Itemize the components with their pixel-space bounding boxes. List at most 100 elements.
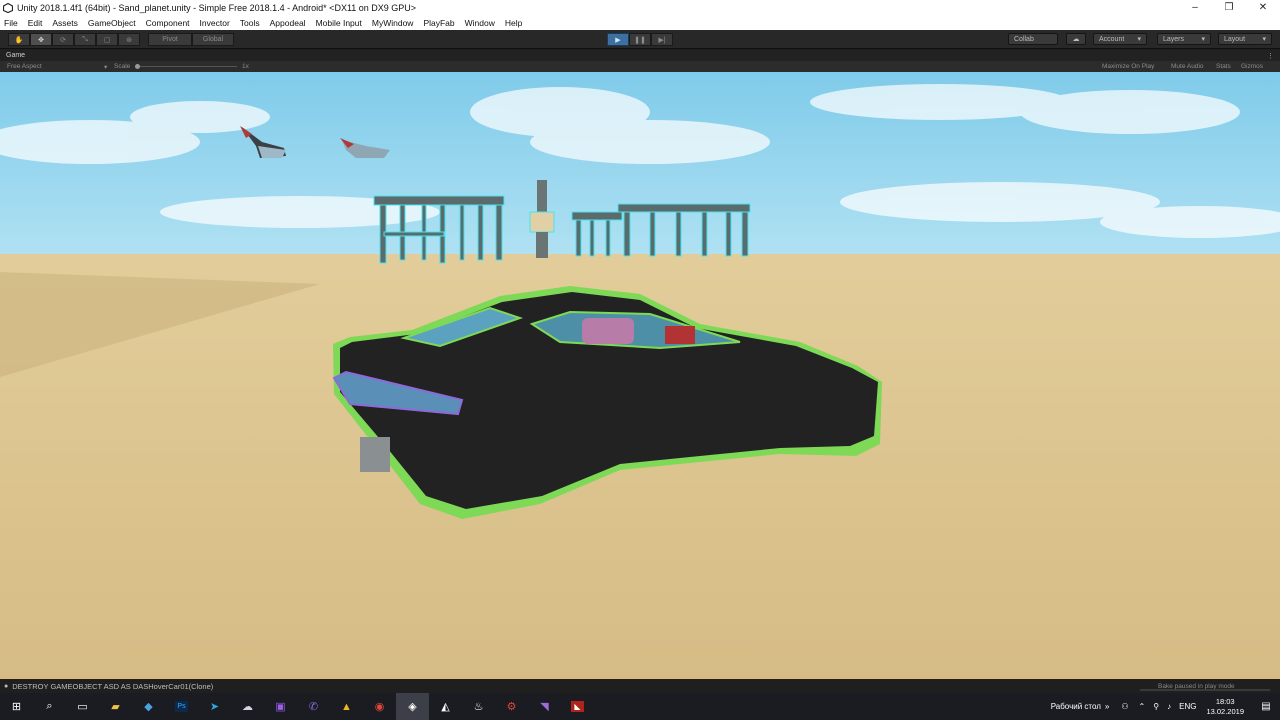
menu-tools[interactable]: Tools (240, 18, 260, 28)
people-icon[interactable]: ⚇ (1121, 702, 1128, 711)
taskbar-telegram[interactable]: ➤ (198, 693, 231, 720)
volume-icon[interactable]: ♪ (1167, 702, 1171, 711)
move-tool-button[interactable]: ✥ (30, 33, 52, 46)
start-button[interactable]: ⊞ (0, 693, 33, 720)
notifications-icon[interactable]: ▤ (1252, 701, 1280, 712)
taskbar-viber[interactable]: ✆ (297, 693, 330, 720)
collab-group: Collab (1008, 33, 1058, 46)
close-button[interactable]: ✕ (1246, 0, 1280, 15)
move-icon: ✥ (38, 36, 44, 44)
taskbar-unity-hub[interactable]: ◭ (429, 693, 462, 720)
layers-dropdown[interactable]: Layers ▾ (1157, 33, 1211, 45)
menu-edit[interactable]: Edit (28, 18, 43, 28)
step-button[interactable]: ▶| (651, 33, 673, 46)
taskbar-explorer[interactable]: ▰ (99, 693, 132, 720)
console-status-bar[interactable]: ● DESTROY GAMEOBJECT ASD AS DASHoverCar0… (0, 679, 1280, 693)
app-icon: ◆ (144, 701, 153, 713)
minimize-button[interactable]: – (1178, 0, 1212, 15)
menu-component[interactable]: Component (146, 18, 190, 28)
rotate-icon: ⟳ (60, 36, 66, 44)
clock[interactable]: 18:03 13.02.2019 (1206, 697, 1244, 717)
desktop-toolbar-label[interactable]: Рабочий стол (1051, 702, 1101, 711)
network-icon[interactable]: ⚲ (1153, 702, 1159, 711)
chevron-down-icon: ▾ (1262, 36, 1266, 43)
photoshop-icon: Ps (175, 701, 188, 712)
rotate-tool-button[interactable]: ⟳ (52, 33, 74, 46)
chevron-down-icon: ▾ (1137, 36, 1141, 43)
play-button[interactable]: ▶ (607, 33, 629, 46)
menu-mywindow[interactable]: MyWindow (372, 18, 414, 28)
taskbar-unity[interactable]: ◈ (396, 693, 429, 720)
pivot-label: Pivot (162, 36, 178, 43)
mute-audio-toggle[interactable]: Mute Audio (1171, 63, 1204, 70)
menu-help[interactable]: Help (505, 18, 522, 28)
info-icon: ● (4, 682, 9, 690)
menu-window[interactable]: Window (465, 18, 495, 28)
taskbar-twitch[interactable]: ▣ (264, 693, 297, 720)
taskbar-app-cloud[interactable]: ☁ (231, 693, 264, 720)
tab-menu-icon[interactable]: ⋮ (1267, 52, 1274, 60)
maximize-button[interactable]: ❐ (1212, 0, 1246, 15)
game-view-toolbar: Free Aspect ▾ Scale 1x Maximize On Play … (0, 61, 1280, 72)
hand-tool-button[interactable]: ✋ (8, 33, 30, 46)
scale-label: Scale (114, 63, 131, 70)
account-dropdown[interactable]: Account ▾ (1093, 33, 1147, 45)
taskbar-steam[interactable]: ♨ (462, 693, 495, 720)
game-viewport[interactable] (0, 72, 1280, 679)
tab-game[interactable]: Game (6, 52, 25, 59)
task-view-button[interactable]: ▭ (66, 693, 99, 720)
rect-icon: ▢ (103, 36, 111, 44)
chevron-up-icon[interactable]: ⌃ (1139, 702, 1146, 711)
rect-tool-button[interactable]: ▢ (96, 33, 118, 46)
language-indicator[interactable]: ENG (1179, 702, 1196, 711)
collab-label: Collab (1014, 35, 1034, 43)
folder-icon: ▰ (111, 701, 120, 713)
scale-tool-button[interactable]: ⤡ (74, 33, 96, 46)
taskbar-app-warning[interactable]: ▲ (330, 693, 363, 720)
cloud-button[interactable]: ☁ (1066, 33, 1086, 45)
taskbar-app-red[interactable]: ⚙ (495, 693, 528, 720)
collab-dropdown[interactable]: Collab (1008, 33, 1058, 45)
menu-mobile-input[interactable]: Mobile Input (316, 18, 362, 28)
aspect-dropdown[interactable]: Free Aspect (7, 63, 42, 70)
system-tray: Рабочий стол » ⚇ ⌃ ⚲ ♪ ENG 18:03 13.02.2… (1051, 693, 1280, 720)
scale-value: 1x (242, 63, 249, 70)
menu-invector[interactable]: Invector (200, 18, 230, 28)
maximize-on-play-toggle[interactable]: Maximize On Play (1102, 63, 1154, 70)
menu-playfab[interactable]: PlayFab (423, 18, 454, 28)
triangle-icon: ▲ (341, 700, 352, 713)
clock-date: 13.02.2019 (1206, 706, 1244, 716)
layout-dropdown[interactable]: Layout ▾ (1218, 33, 1272, 45)
pivot-toggle[interactable]: Pivot (148, 33, 192, 46)
taskbar-dota[interactable]: ◣ (561, 693, 594, 720)
game-tab-header: Game ⋮ (0, 50, 1280, 61)
transform-tool-button[interactable]: ⊛ (118, 33, 140, 46)
pivot-group: Pivot Global (148, 33, 234, 46)
unity-logo-icon (3, 2, 13, 13)
chevron-right-icon[interactable]: » (1105, 702, 1109, 711)
chevron-down-icon: ▾ (1201, 36, 1205, 43)
twitch-icon: ▣ (275, 701, 286, 713)
scale-icon: ⤡ (82, 35, 88, 43)
taskbar-app-blue[interactable]: ◆ (132, 693, 165, 720)
taskbar-visual-studio[interactable]: ◥ (528, 693, 561, 720)
dota-icon: ◣ (571, 701, 584, 712)
scale-slider[interactable] (135, 64, 237, 69)
scale-slider-thumb[interactable] (135, 64, 140, 69)
global-toggle[interactable]: Global (192, 33, 234, 46)
cloud-group: ☁ (1066, 33, 1086, 46)
taskbar-chrome[interactable]: ◉ (363, 693, 396, 720)
taskbar-photoshop[interactable]: Ps (165, 693, 198, 720)
gizmos-dropdown[interactable]: Gizmos (1241, 63, 1263, 70)
menu-gameobject[interactable]: GameObject (88, 18, 136, 28)
menu-assets[interactable]: Assets (52, 18, 78, 28)
search-icon: ⌕ (46, 700, 53, 712)
transform-tools: ✋ ✥ ⟳ ⤡ ▢ ⊛ (8, 33, 140, 46)
stats-toggle[interactable]: Stats (1216, 63, 1231, 70)
windows-logo-icon: ⊞ (11, 701, 22, 713)
menu-file[interactable]: File (4, 18, 18, 28)
bake-progress (1140, 689, 1270, 691)
pause-button[interactable]: ❚❚ (629, 33, 651, 46)
search-button[interactable]: ⌕ (33, 693, 66, 720)
menu-appodeal[interactable]: Appodeal (270, 18, 306, 28)
